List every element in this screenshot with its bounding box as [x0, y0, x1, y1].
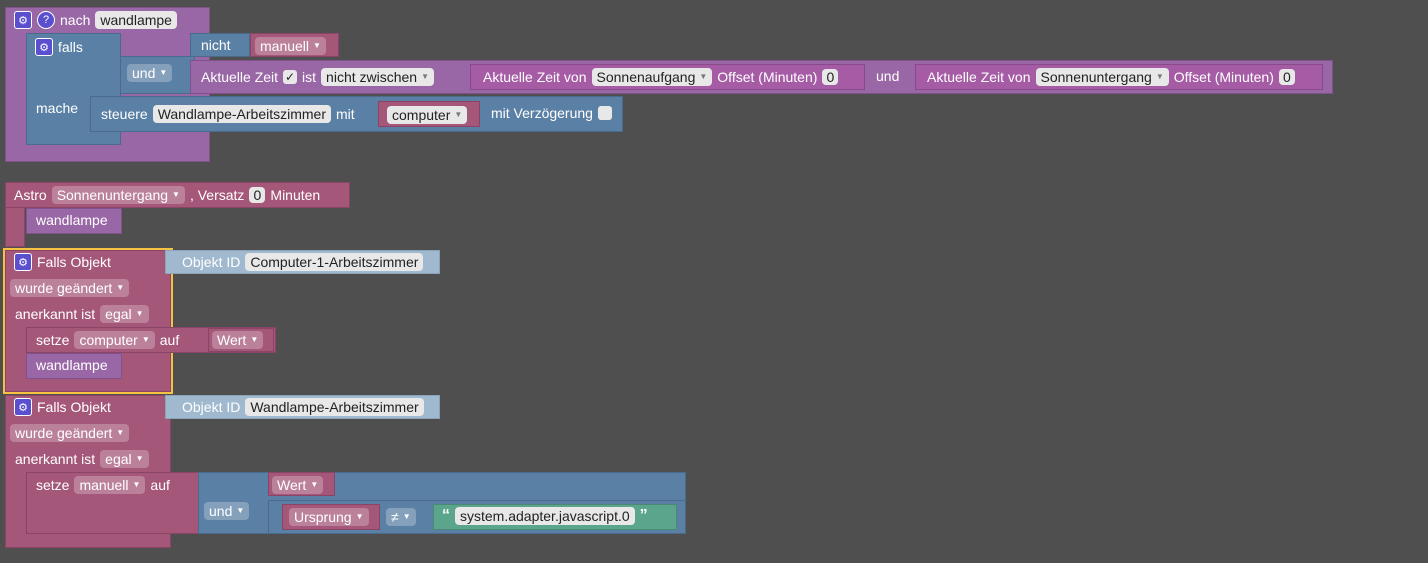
device-id-field[interactable]: Wandlampe-Arbeitszimmer	[152, 105, 332, 123]
checkbox-icon[interactable]: ✓	[283, 70, 298, 84]
variable-dropdown[interactable]: computer ▼	[74, 331, 155, 349]
offset-field[interactable]: 0	[822, 69, 839, 85]
compare-operator-dropdown[interactable]: ≠ ▼	[386, 508, 416, 526]
variable-dropdown[interactable]: manuell ▼	[255, 37, 326, 55]
change-type-dropdown[interactable]: wurde geändert ▼	[10, 424, 130, 442]
value-dropdown[interactable]: Wert ▼	[272, 476, 324, 494]
logic-operator-dropdown[interactable]: und ▼	[127, 64, 173, 82]
open-quote-icon: “	[442, 507, 450, 524]
offset-field[interactable]: 0	[1278, 69, 1295, 85]
value-dropdown[interactable]: Wert ▼	[212, 331, 264, 349]
gear-icon[interactable]: ⚙	[14, 398, 32, 416]
delay-checkbox[interactable]	[597, 106, 612, 120]
close-quote-icon: ”	[639, 507, 648, 524]
gear-icon[interactable]: ⚙	[35, 38, 53, 56]
change-type-dropdown[interactable]: wurde geändert ▼	[10, 279, 130, 297]
ack-dropdown[interactable]: egal ▼	[100, 305, 149, 323]
offset-field[interactable]: 0	[249, 187, 266, 203]
variable-dropdown[interactable]: computer ▼	[387, 106, 468, 124]
source-dropdown[interactable]: Ursprung ▼	[289, 508, 369, 526]
astro-dropdown[interactable]: Sonnenaufgang ▼	[591, 68, 713, 86]
object-id-field[interactable]: Wandlampe-Arbeitszimmer	[245, 398, 424, 416]
function-header: ⚙ ? nach wandlampe	[14, 11, 177, 29]
help-icon[interactable]: ?	[37, 11, 55, 29]
compare-operator-dropdown[interactable]: nicht zwischen ▼	[321, 68, 435, 86]
gear-icon[interactable]: ⚙	[14, 253, 32, 271]
object-id-field[interactable]: Computer-1-Arbeitszimmer	[245, 253, 424, 271]
logic-operator-dropdown[interactable]: und ▼	[204, 502, 250, 520]
ack-dropdown[interactable]: egal ▼	[100, 450, 149, 468]
variable-dropdown[interactable]: manuell ▼	[74, 476, 146, 494]
astro-dropdown[interactable]: Sonnenuntergang ▼	[51, 186, 185, 204]
gear-icon[interactable]: ⚙	[14, 11, 32, 29]
text-field[interactable]: system.adapter.javascript.0	[455, 507, 635, 525]
function-name-field[interactable]: wandlampe	[95, 11, 177, 29]
astro-dropdown[interactable]: Sonnenuntergang ▼	[1035, 68, 1169, 86]
